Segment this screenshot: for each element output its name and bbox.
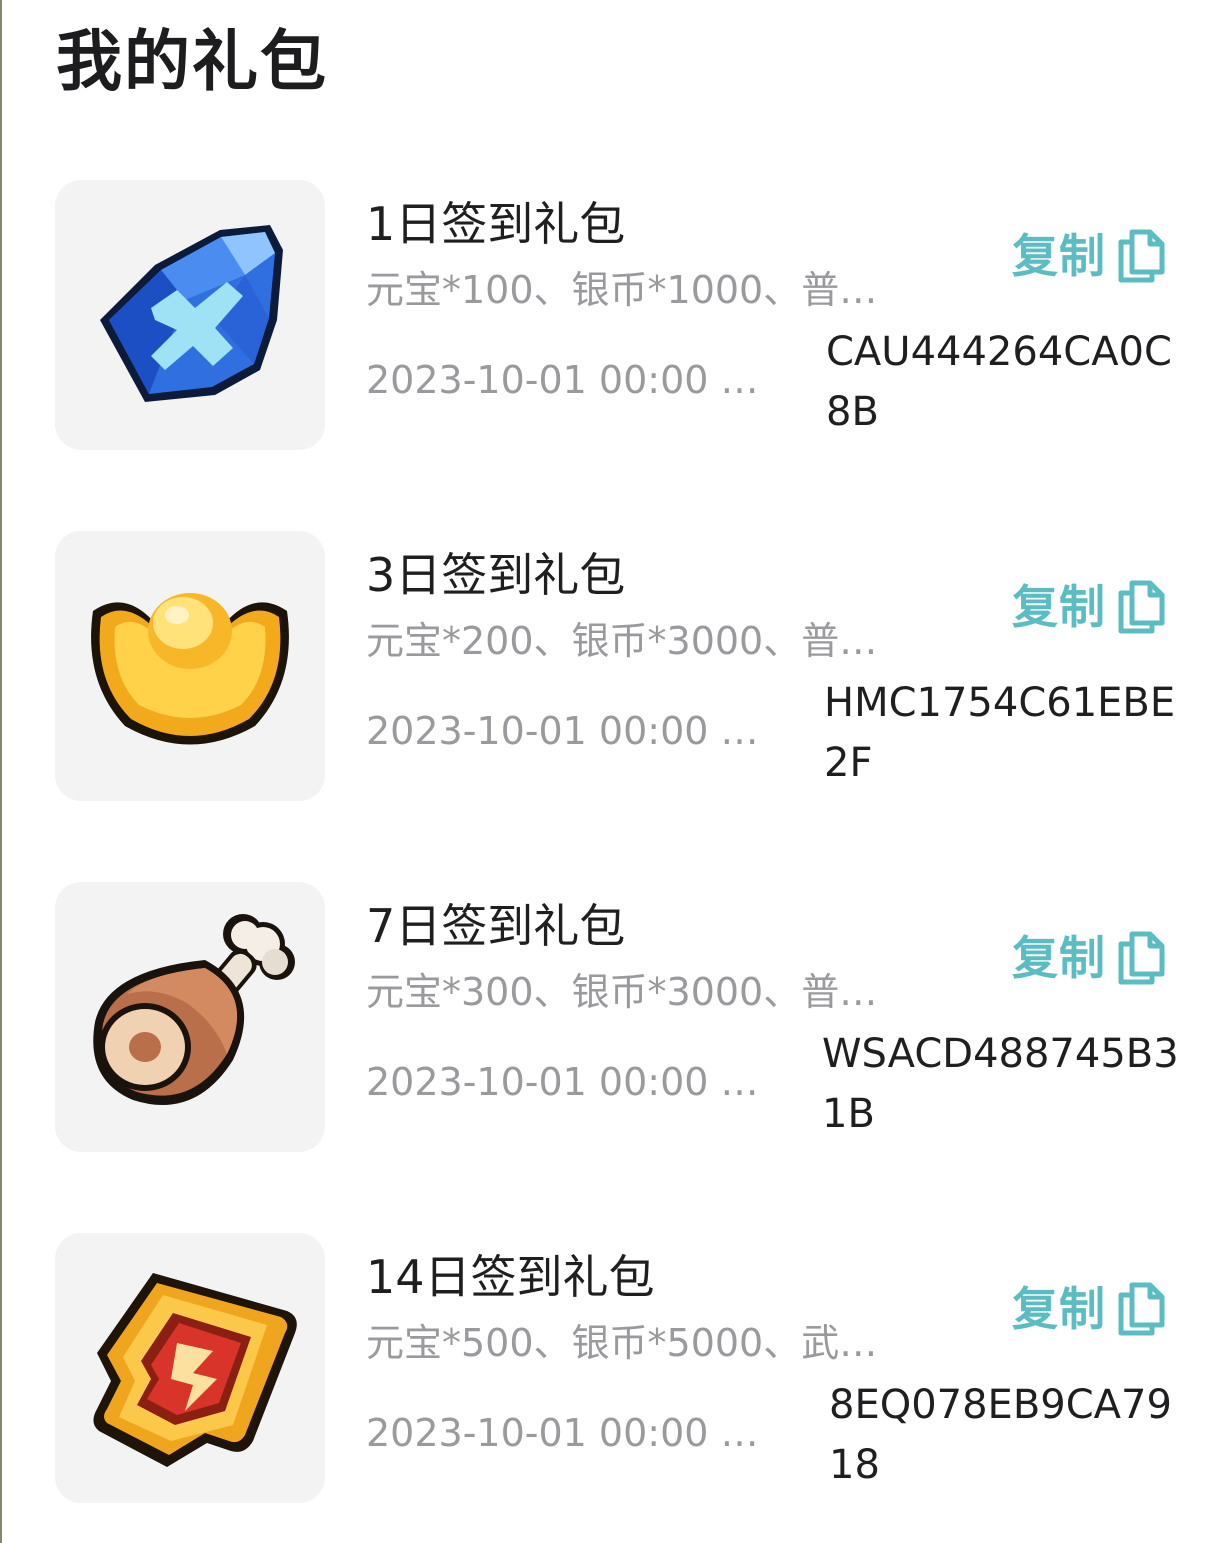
copy-button[interactable]: 复制	[1012, 226, 1166, 286]
weapon-token-icon	[93, 1273, 297, 1467]
gift-name: 1日签到礼包	[366, 197, 626, 251]
gift-name: 14日签到礼包	[366, 1250, 655, 1304]
copy-icon	[1116, 579, 1166, 635]
gift-item: 7日签到礼包 元宝*300、银币*3000、普… 2023-10-01 00:0…	[0, 882, 1228, 1154]
copy-button[interactable]: 复制	[1012, 577, 1166, 637]
gift-item: 3日签到礼包 元宝*200、银币*3000、普… 2023-10-01 00:0…	[0, 531, 1228, 803]
copy-icon	[1116, 1281, 1166, 1337]
blue-crystal-sword-icon	[100, 225, 283, 402]
gift-code: CAU444264CA0C8B	[826, 329, 1172, 435]
copy-label: 复制	[1012, 229, 1106, 283]
gift-expiry: 2023-10-01 00:00 前…	[366, 1411, 794, 1455]
ham-leg-icon	[93, 914, 295, 1105]
gift-expiry: 2023-10-01 00:00 前…	[366, 358, 794, 402]
copy-icon	[1116, 930, 1166, 986]
gift-item: 1日签到礼包 元宝*100、银币*1000、普… 2023-10-01 00:0…	[0, 180, 1228, 452]
gift-expiry: 2023-10-01 00:00 前…	[366, 1060, 794, 1104]
gift-content: 元宝*500、银币*5000、武…	[366, 1321, 878, 1365]
gift-content: 元宝*200、银币*3000、普…	[366, 619, 878, 663]
gold-ingot-icon	[91, 593, 289, 745]
copy-label: 复制	[1012, 580, 1106, 634]
copy-label: 复制	[1012, 1282, 1106, 1336]
gift-thumbnail	[55, 882, 325, 1152]
gift-content: 元宝*300、银币*3000、普…	[366, 970, 878, 1014]
copy-icon	[1116, 228, 1166, 284]
gift-list: 1日签到礼包 元宝*100、银币*1000、普… 2023-10-01 00:0…	[0, 0, 1228, 1543]
gift-code: HMC1754C61EBE2F	[824, 680, 1176, 786]
copy-button[interactable]: 复制	[1012, 928, 1166, 988]
gift-thumbnail	[55, 531, 325, 801]
copy-label: 复制	[1012, 931, 1106, 985]
gift-name: 3日签到礼包	[366, 548, 626, 602]
gift-thumbnail	[55, 1233, 325, 1503]
copy-button[interactable]: 复制	[1012, 1279, 1166, 1339]
gift-content: 元宝*100、银币*1000、普…	[366, 268, 878, 312]
gift-thumbnail	[55, 180, 325, 450]
gift-code: WSACD488745B31B	[822, 1031, 1179, 1137]
gift-item: 14日签到礼包 元宝*500、银币*5000、武… 2023-10-01 00:…	[0, 1233, 1228, 1505]
gift-name: 7日签到礼包	[366, 899, 626, 953]
gift-code: 8EQ078EB9CA7918	[829, 1382, 1172, 1488]
gift-expiry: 2023-10-01 00:00 前…	[366, 709, 794, 753]
